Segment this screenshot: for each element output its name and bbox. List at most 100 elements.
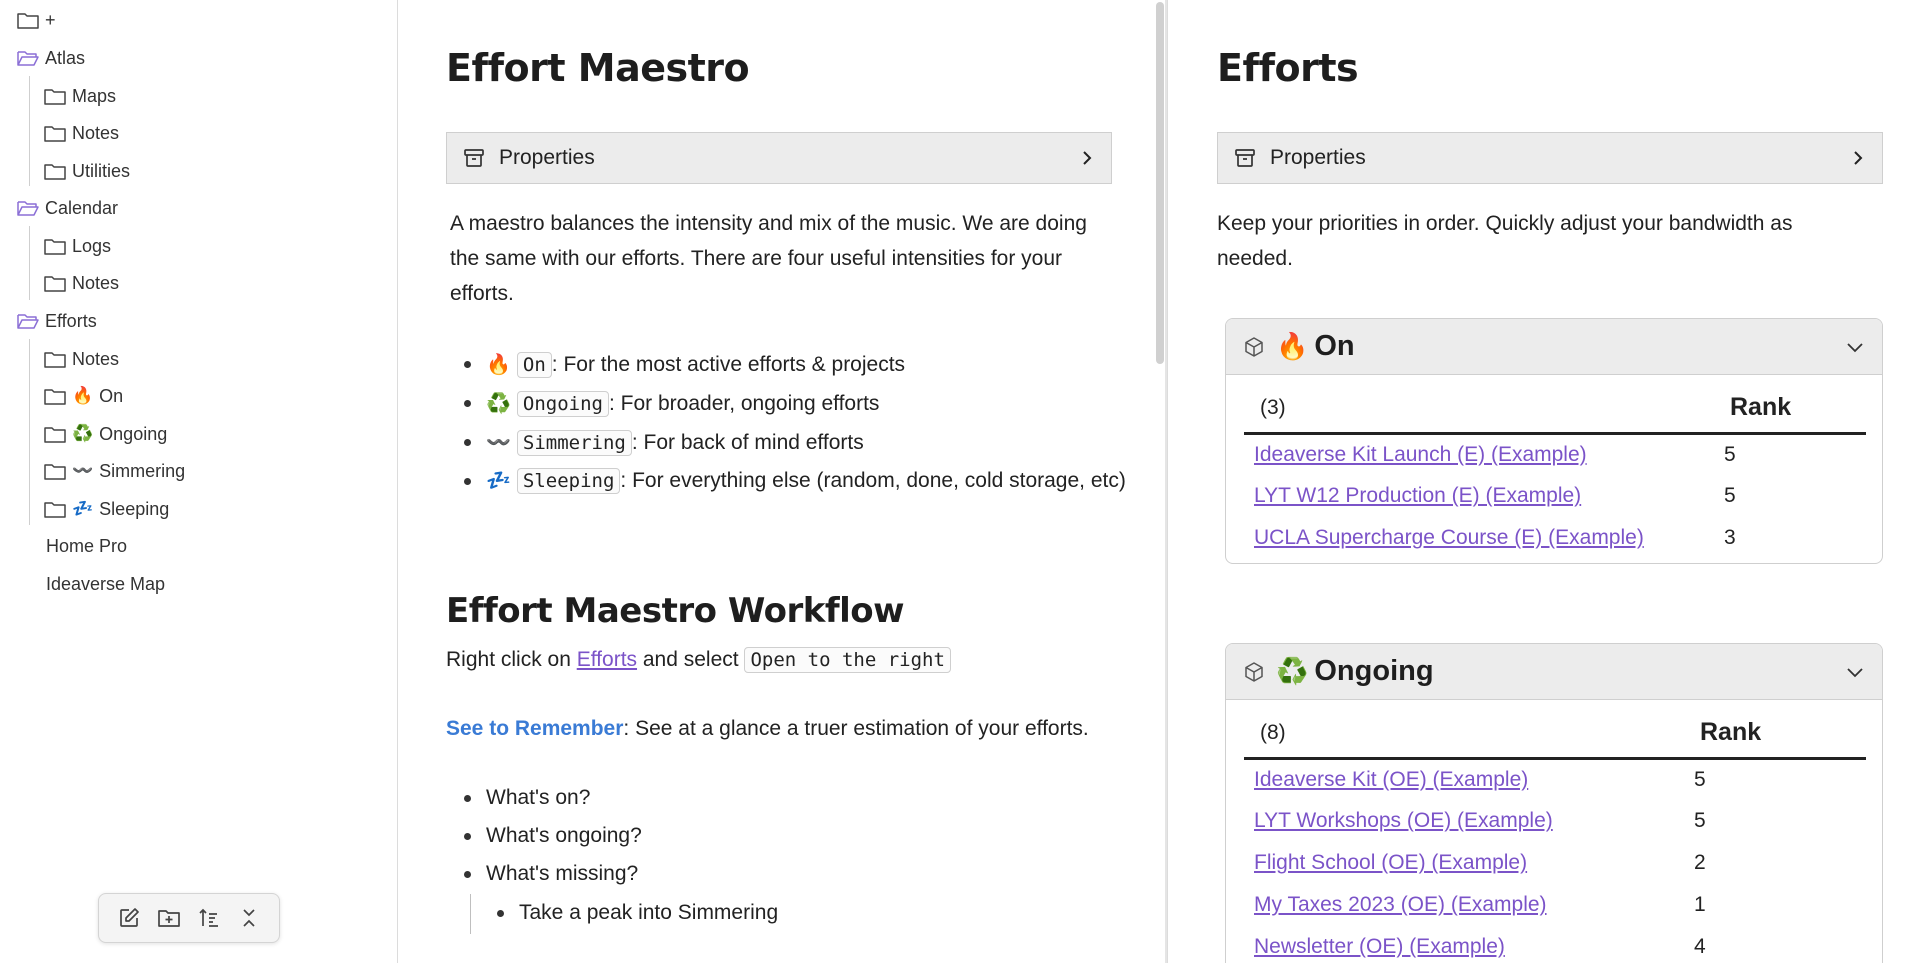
new-note-icon[interactable] — [114, 903, 144, 933]
sidebar-item-on[interactable]: 🔥 On — [43, 381, 123, 411]
folder-icon — [43, 85, 67, 107]
wavy-dash-icon: 〰️ — [72, 461, 94, 481]
folder-icon — [16, 9, 40, 31]
query-card-header[interactable]: ♻️ Ongoing — [1226, 644, 1882, 700]
sidebar-item-label: Utilities — [72, 160, 131, 181]
page-title: Effort Maestro — [446, 46, 750, 90]
effort-link[interactable]: Ideaverse Kit (OE) (Example) — [1254, 768, 1528, 791]
cube-icon — [1242, 335, 1266, 359]
sidebar-item-logs[interactable]: Logs — [43, 231, 111, 261]
zzz-icon: 💤 — [72, 499, 94, 519]
sidebar-item-label: Calendar — [45, 197, 119, 218]
sidebar-item-label: Maps — [72, 85, 117, 106]
sidebar-item-label: Notes — [72, 272, 120, 293]
cube-icon — [1242, 660, 1266, 684]
chevron-right-icon — [1848, 148, 1868, 168]
rank-header[interactable]: Rank — [1684, 708, 1866, 760]
rank-value: 5 — [1724, 484, 1736, 507]
sidebar-item-calendar-notes[interactable]: Notes — [43, 268, 119, 298]
collapse-icon[interactable] — [234, 903, 264, 933]
sidebar-item-simmering[interactable]: 〰️ Simmering — [43, 456, 185, 486]
effort-link[interactable]: Flight School (OE) (Example) — [1254, 851, 1527, 874]
folder-icon — [43, 423, 67, 445]
sidebar-item-atlas[interactable]: Atlas — [16, 43, 85, 73]
recycle-icon: ♻️ — [1276, 656, 1309, 687]
sidebar-item-sleeping[interactable]: 💤 Sleeping — [43, 494, 169, 524]
intro-paragraph: A maestro balances the intensity and mix… — [450, 212, 1087, 305]
list-item: What's ongoing? — [446, 817, 1126, 855]
see-to-remember-link[interactable]: See to Remember — [446, 717, 623, 740]
inline-code: Ongoing — [516, 391, 609, 417]
table-row: Flight School (OE) (Example) 2 — [1244, 843, 1866, 885]
left-pane-scrollbar[interactable] — [1156, 2, 1164, 364]
right-properties-toggle[interactable]: Properties — [1217, 132, 1883, 184]
sidebar-item-label: Simmering — [99, 460, 186, 481]
workflow-prefix: Right click on — [446, 648, 577, 671]
folder-icon — [43, 460, 67, 482]
sidebar-item-maps[interactable]: Maps — [43, 81, 116, 111]
folder-icon — [43, 498, 67, 520]
sidebar-item-efforts[interactable]: Efforts — [16, 306, 97, 336]
list-item: What's on? — [446, 779, 1126, 817]
properties-label: Properties — [499, 146, 595, 169]
sidebar-item-label: Atlas — [45, 47, 86, 68]
query-card-header[interactable]: 🔥 On — [1226, 319, 1882, 375]
workflow-middle: and select — [637, 648, 745, 671]
list-item-text: : For everything else (random, done, col… — [620, 469, 1126, 492]
table-row: UCLA Supercharge Course (E) (Example) 3 — [1244, 518, 1866, 560]
rank-value: 4 — [1694, 935, 1706, 958]
table-row: Newsletter (OE) (Example) 4 — [1244, 927, 1866, 963]
intensity-list: 🔥 On: For the most active efforts & proje… — [446, 345, 1126, 499]
effort-link[interactable]: Ideaverse Kit Launch (E) (Example) — [1254, 443, 1587, 466]
table-row: LYT W12 Production (E) (Example) 5 — [1244, 476, 1866, 518]
zzz-icon: 💤 — [486, 468, 511, 492]
efforts-link[interactable]: Efforts — [577, 648, 637, 671]
rank-header[interactable]: Rank — [1714, 383, 1866, 435]
sidebar-item-label: Sleeping — [99, 498, 170, 519]
effort-link[interactable]: My Taxes 2023 (OE) (Example) — [1254, 893, 1547, 916]
folder-open-icon — [16, 310, 40, 332]
recycle-icon: ♻️ — [72, 424, 94, 444]
inline-code: On — [516, 352, 552, 378]
count-header: (8) — [1244, 708, 1684, 760]
archive-icon — [461, 145, 487, 171]
effort-link[interactable]: UCLA Supercharge Course (E) (Example) — [1254, 526, 1644, 549]
folder-icon — [43, 348, 67, 370]
effort-link[interactable]: LYT Workshops (OE) (Example) — [1254, 809, 1553, 832]
sort-icon[interactable] — [194, 903, 224, 933]
properties-toggle[interactable]: Properties — [446, 132, 1112, 184]
list-item: Take a peak into Simmering — [479, 894, 1079, 932]
sidebar-item-new[interactable]: + — [16, 5, 56, 35]
effort-link[interactable]: LYT W12 Production (E) (Example) — [1254, 484, 1581, 507]
effort-link[interactable]: Newsletter (OE) (Example) — [1254, 935, 1505, 958]
folder-icon — [43, 160, 67, 182]
sidebar-item-label: Efforts — [45, 310, 97, 331]
chevron-down-icon — [1844, 661, 1866, 683]
sidebar-item-ongoing[interactable]: ♻️ Ongoing — [43, 419, 167, 449]
list-item-text: : For back of mind efforts — [631, 431, 864, 454]
fire-icon: 🔥 — [72, 386, 94, 406]
sidebar-item-utilities[interactable]: Utilities — [43, 156, 130, 186]
new-folder-icon[interactable] — [154, 903, 184, 933]
nested-list-guide — [470, 894, 471, 934]
questions-list: What's on? What's ongoing? What's missin… — [446, 779, 1126, 893]
right-page-title: Efforts — [1217, 46, 1359, 90]
folder-open-icon — [16, 47, 40, 69]
sidebar-item-efforts-notes[interactable]: Notes — [43, 344, 119, 374]
rank-value: 5 — [1694, 767, 1706, 791]
query-card-ongoing: ♻️ Ongoing (8) Rank Ideaverse Kit (OE) (… — [1225, 643, 1883, 963]
sidebar-item-home-pro[interactable]: Home Pro — [46, 531, 127, 561]
table-row: Ideaverse Kit Launch (E) (Example) 5 — [1244, 434, 1866, 476]
see-text: : See at a glance a truer estimation of … — [623, 717, 1089, 740]
right-intro-paragraph: Keep your priorities in order. Quickly a… — [1217, 212, 1793, 270]
sidebar-item-calendar[interactable]: Calendar — [16, 193, 118, 223]
tree-guide-calendar — [29, 226, 30, 300]
sidebar-item-ideaverse-map[interactable]: Ideaverse Map — [46, 569, 165, 599]
sidebar-item-atlas-notes[interactable]: Notes — [43, 118, 119, 148]
query-table: (3) Rank Ideaverse Kit Launch (E) (Examp… — [1244, 383, 1866, 560]
fire-icon: 🔥 — [1276, 331, 1309, 362]
sidebar-item-label: Home Pro — [46, 535, 128, 556]
folder-icon — [43, 385, 67, 407]
query-table: (8) Rank Ideaverse Kit (OE) (Example) 5 … — [1244, 708, 1866, 963]
archive-icon — [1232, 145, 1258, 171]
